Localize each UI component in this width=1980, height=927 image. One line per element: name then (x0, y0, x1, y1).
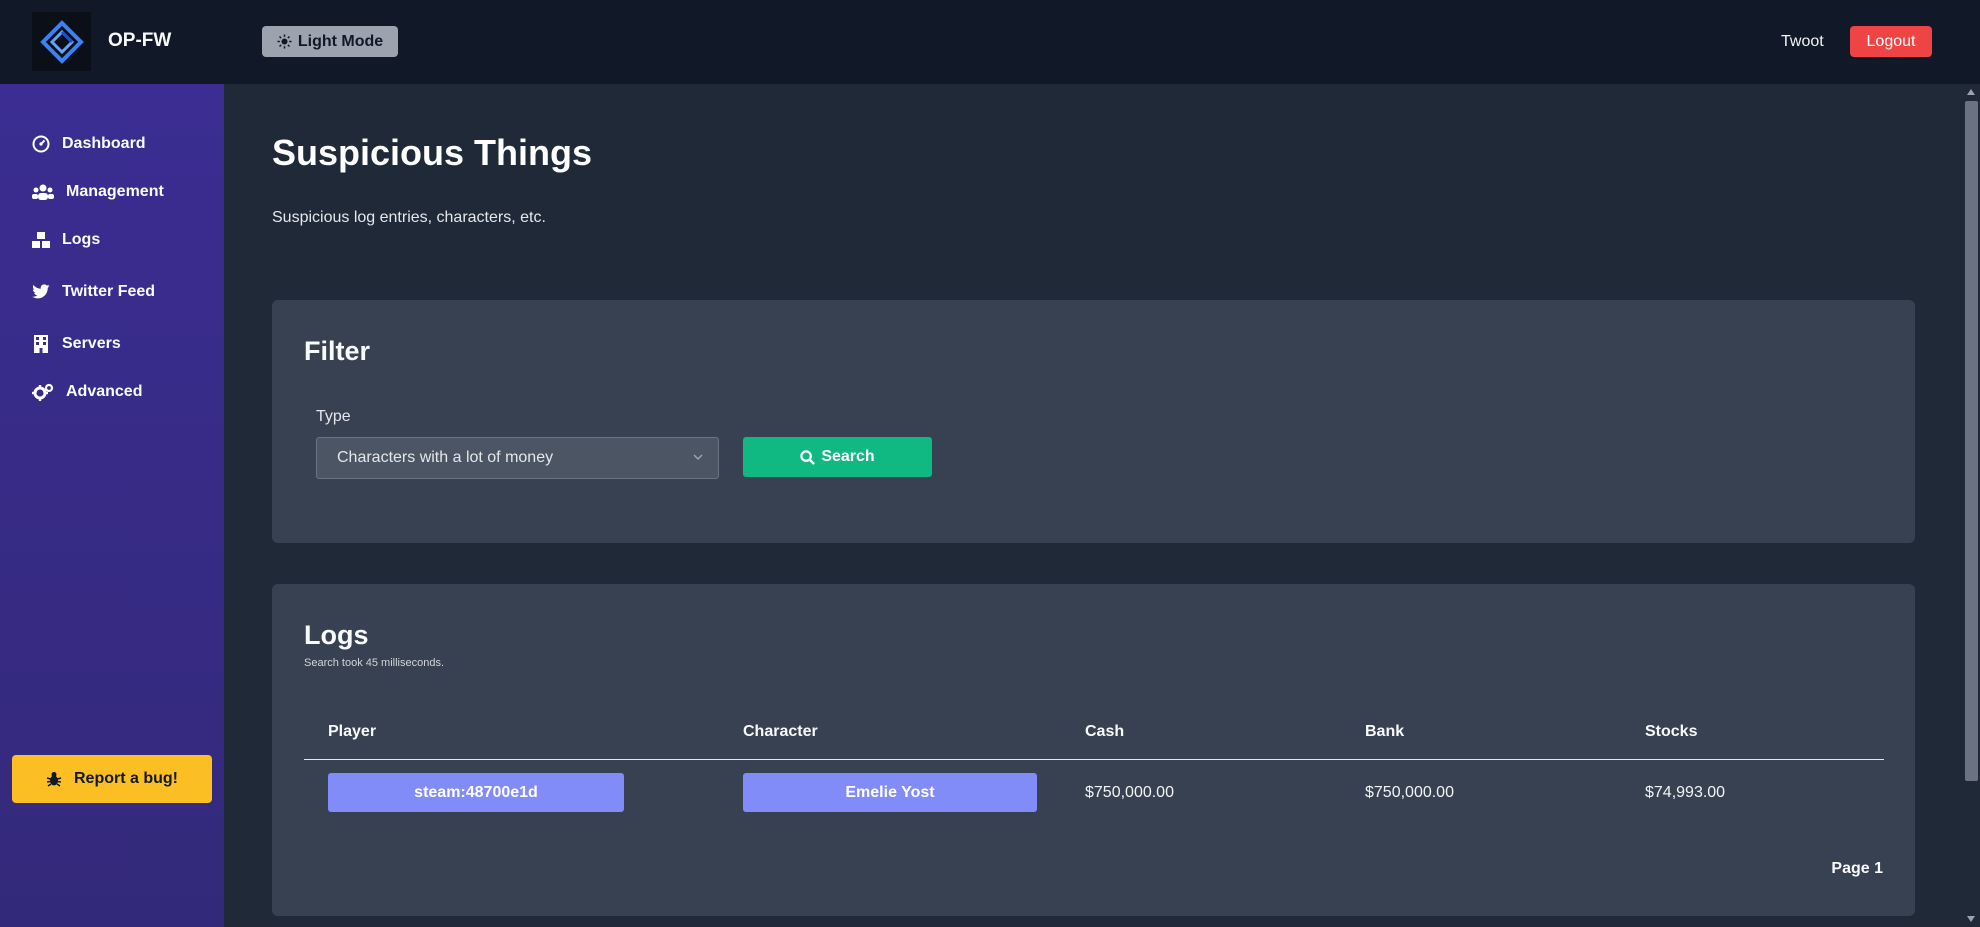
type-select[interactable]: Characters with a lot of money (316, 437, 719, 479)
building-icon (34, 335, 48, 353)
filter-card: Filter Type Characters with a lot of mon… (272, 300, 1915, 543)
logo[interactable] (32, 12, 91, 71)
column-header-cash: Cash (1085, 723, 1125, 740)
column-header-player: Player (328, 723, 377, 740)
dashboard-icon (32, 135, 50, 153)
page-indicator: Page 1 (1831, 860, 1883, 877)
column-header-bank: Bank (1365, 723, 1405, 740)
bank-value: $750,000.00 (1365, 784, 1454, 801)
page-title: Suspicious Things (272, 132, 593, 173)
sidebar-item-label: Logs (62, 231, 101, 248)
sidebar-item-label: Servers (62, 335, 121, 352)
scroll-up-arrow-icon[interactable] (1967, 89, 1975, 95)
filter-title: Filter (304, 336, 371, 366)
twitter-icon (32, 284, 50, 299)
bug-icon (46, 772, 62, 787)
brand-name[interactable]: OP-FW (108, 30, 171, 52)
report-bug-button[interactable]: Report a bug! (12, 755, 212, 803)
page-subtitle: Suspicious log entries, characters, etc. (272, 209, 546, 226)
logout-button[interactable]: Logout (1850, 26, 1932, 57)
player-button[interactable]: steam:48700e1d (328, 773, 624, 812)
sun-icon (277, 34, 292, 49)
report-bug-label: Report a bug! (74, 770, 178, 787)
sidebar: Dashboard Management Logs Twitter Feed S… (0, 84, 224, 927)
sidebar-item-label: Advanced (66, 383, 143, 400)
logs-card: Logs Search took 45 milliseconds. Player… (272, 584, 1915, 916)
scroll-down-arrow-icon[interactable] (1967, 916, 1975, 922)
cogs-icon (32, 383, 54, 401)
cash-value: $750,000.00 (1085, 784, 1174, 801)
search-button[interactable]: Search (743, 437, 932, 477)
light-mode-button[interactable]: Light Mode (262, 26, 398, 57)
type-select-value: Characters with a lot of money (337, 449, 554, 466)
sidebar-item-label: Dashboard (62, 135, 146, 152)
search-time-text: Search took 45 milliseconds. (304, 657, 445, 669)
sidebar-item-advanced[interactable]: Advanced (32, 383, 142, 401)
logs-title: Logs (304, 620, 369, 650)
boxes-icon (32, 232, 50, 248)
sidebar-item-label: Twitter Feed (62, 283, 156, 300)
search-button-label: Search (821, 448, 875, 465)
users-icon (32, 184, 54, 200)
sidebar-item-label: Management (66, 183, 164, 200)
light-mode-label: Light Mode (297, 32, 384, 50)
sidebar-item-servers[interactable]: Servers (32, 335, 121, 353)
table-header-divider (304, 759, 1884, 760)
scrollbar-thumb[interactable] (1965, 101, 1978, 781)
character-button[interactable]: Emelie Yost (743, 773, 1037, 812)
column-header-stocks: Stocks (1645, 723, 1698, 740)
top-bar: OP-FW Light Mode Twoot Logout (0, 0, 1980, 84)
page-scrollbar[interactable] (1963, 84, 1980, 927)
type-label: Type (316, 408, 351, 425)
sidebar-item-logs[interactable]: Logs (32, 231, 100, 249)
sidebar-item-dashboard[interactable]: Dashboard (32, 135, 146, 153)
user-name-link[interactable]: Twoot (1781, 33, 1824, 51)
sidebar-item-twitter-feed[interactable]: Twitter Feed (32, 283, 155, 301)
chevron-down-icon (693, 454, 703, 461)
column-header-character: Character (743, 723, 818, 740)
sidebar-item-management[interactable]: Management (32, 183, 164, 201)
search-icon (800, 449, 816, 465)
stocks-value: $74,993.00 (1645, 784, 1726, 801)
logo-icon (39, 19, 84, 64)
